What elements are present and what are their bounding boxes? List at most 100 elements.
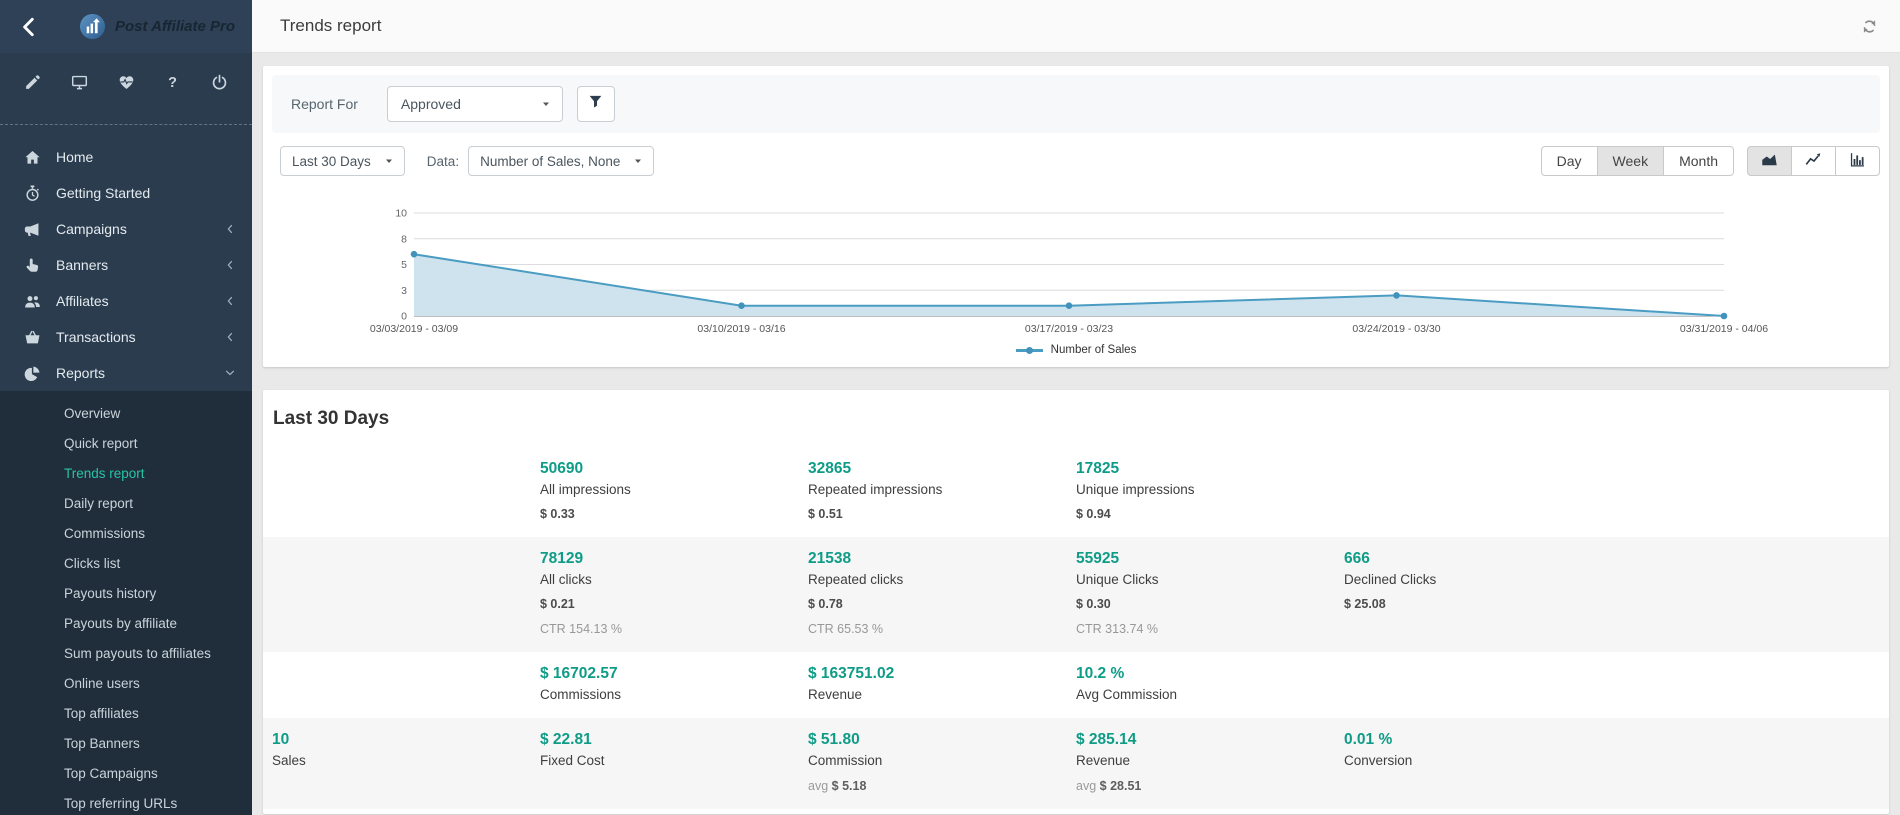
stat-value: 10 — [272, 731, 540, 749]
stat-avg-value: avg $ 5.18 — [808, 779, 1076, 793]
stat-cell-fixed-cost: $ 22.81Fixed Cost — [540, 731, 808, 793]
sidebar-subitem-quick-report[interactable]: Quick report — [0, 429, 252, 459]
data-series-select[interactable]: Number of Sales, None — [468, 146, 654, 176]
sidebar-item-transactions[interactable]: Transactions — [0, 319, 252, 355]
sidebar-header: Post Affiliate Pro — [0, 0, 252, 53]
sidebar-subitem-payouts-by-affiliate[interactable]: Payouts by affiliate — [0, 609, 252, 639]
stat-cell-revenue: $ 285.14Revenueavg $ 28.51 — [1076, 731, 1344, 793]
stats-row: 50690 All impressions $ 0.33 32865 Repeated … — [263, 447, 1889, 537]
sidebar-divider — [0, 124, 252, 125]
top-header: Trends report — [252, 0, 1900, 53]
sidebar-subitem-clicks-list[interactable]: Clicks list — [0, 549, 252, 579]
sidebar-item-home[interactable]: Home — [0, 139, 252, 175]
sidebar-subitem-daily-report[interactable]: Daily report — [0, 489, 252, 519]
stat-cell-avg-commission: 10.2 %Avg Commission — [1076, 665, 1344, 702]
stat-label: Repeated clicks — [808, 572, 1076, 587]
desktop-icon[interactable] — [71, 74, 88, 91]
stat-value: $ 51.80 — [808, 731, 1076, 749]
app-logo-icon — [79, 13, 106, 40]
stats-row: 10Sales$ 22.81Fixed Cost$ 51.80 Commissio… — [263, 718, 1889, 809]
stat-cell-empty — [1344, 665, 1612, 702]
date-range-select[interactable]: Last 30 Days — [280, 146, 405, 176]
stats-row: 78129All clicks$ 0.21CTR 154.13 %21538Re… — [263, 537, 1889, 652]
sidebar-subitem-payouts-history[interactable]: Payouts history — [0, 579, 252, 609]
sidebar-subitem-sum-payouts-to-affiliates[interactable]: Sum payouts to affiliates — [0, 639, 252, 669]
caret-down-icon — [384, 156, 394, 166]
chevron-left-icon — [224, 331, 236, 343]
chevron-down-icon — [224, 367, 236, 379]
stat-value: 78129 — [540, 550, 808, 568]
sidebar-subitem-top-referring-urls[interactable]: Top referring URLs — [0, 789, 252, 815]
sidebar-item-affiliates[interactable]: Affiliates — [0, 283, 252, 319]
stat-value: $ 285.14 — [1076, 731, 1344, 749]
power-icon[interactable] — [211, 74, 228, 91]
chevron-left-icon — [224, 259, 236, 271]
svg-text:10: 10 — [395, 208, 407, 220]
area-chart-icon — [1761, 151, 1778, 171]
svg-text:03/17/2019 - 03/23: 03/17/2019 - 03/23 — [1025, 323, 1113, 335]
period-button-week[interactable]: Week — [1597, 146, 1665, 176]
stat-label: Avg Commission — [1076, 687, 1344, 702]
sidebar-item-campaigns[interactable]: Campaigns — [0, 211, 252, 247]
area-chart-button[interactable] — [1747, 146, 1792, 176]
sidebar-subitem-online-users[interactable]: Online users — [0, 669, 252, 699]
line-chart-button[interactable] — [1791, 146, 1836, 176]
sidebar-item-label: Reports — [56, 365, 105, 381]
stat-value: 0.01 % — [1344, 731, 1612, 749]
stat-cell-empty — [272, 550, 540, 636]
stat-label: Unique impressions — [1076, 482, 1344, 497]
sidebar-subitem-overview[interactable]: Overview — [0, 399, 252, 429]
svg-text:03/24/2019 - 03/30: 03/24/2019 - 03/30 — [1352, 323, 1440, 335]
sidebar-item-banners[interactable]: Banners — [0, 247, 252, 283]
sidebar-subitem-trends-report[interactable]: Trends report — [0, 459, 252, 489]
sidebar-item-getting-started[interactable]: Getting Started — [0, 175, 252, 211]
help-icon[interactable]: ? — [164, 74, 181, 91]
sidebar-item-reports[interactable]: Reports — [0, 355, 252, 391]
stat-cell-repeated-impressions: 32865Repeated impressions$ 0.51 — [808, 460, 1076, 521]
stat-label: Revenue — [808, 687, 1076, 702]
page-title: Trends report — [280, 16, 381, 36]
svg-text:03/10/2019 - 03/16: 03/10/2019 - 03/16 — [697, 323, 785, 335]
stat-cell-conversion: 0.01 %Conversion — [1344, 731, 1612, 793]
sidebar-subitem-top-banners[interactable]: Top Banners — [0, 729, 252, 759]
pencil-icon[interactable] — [24, 74, 41, 91]
caret-down-icon — [633, 156, 643, 166]
stat-label: Repeated impressions — [808, 482, 1076, 497]
back-chevron-icon[interactable] — [18, 16, 40, 38]
chevron-left-icon — [224, 295, 236, 307]
stat-value: 32865 — [808, 460, 1076, 478]
sidebar-item-label: Banners — [56, 257, 108, 273]
sidebar-item-label: Getting Started — [56, 185, 150, 201]
sidebar-subitem-top-campaigns[interactable]: Top Campaigns — [0, 759, 252, 789]
stat-label: Unique Clicks — [1076, 572, 1344, 587]
content: Report For Approved Last 30 Days Data: — [252, 53, 1900, 815]
stat-ctr-value: CTR 154.13 % — [540, 622, 808, 636]
bar-chart-button[interactable] — [1835, 146, 1880, 176]
stat-value: 50690 — [540, 460, 808, 478]
stat-cell-all-clicks: 78129All clicks$ 0.21CTR 154.13 % — [540, 550, 808, 636]
sidebar-subitem-top-affiliates[interactable]: Top affiliates — [0, 699, 252, 729]
stat-sub-value: $ 25.08 — [1344, 597, 1612, 611]
megaphone-icon — [24, 221, 41, 238]
stat-sub-value: $ 0.33 — [540, 507, 808, 521]
stat-value: $ 22.81 — [540, 731, 808, 749]
heartbeat-icon[interactable] — [118, 74, 135, 91]
stats-title: Last 30 Days — [273, 408, 1889, 430]
refresh-icon[interactable] — [1861, 18, 1878, 35]
report-for-select[interactable]: Approved — [387, 86, 563, 122]
stat-ctr-value: CTR 313.74 % — [1076, 622, 1344, 636]
filter-button[interactable] — [577, 86, 615, 122]
line-chart-icon — [1805, 151, 1822, 171]
stat-label: All clicks — [540, 572, 808, 587]
sidebar-subitem-commissions[interactable]: Commissions — [0, 519, 252, 549]
period-button-day[interactable]: Day — [1541, 146, 1598, 176]
data-series-value: Number of Sales, None — [480, 154, 620, 169]
stat-label: Commission — [808, 753, 1076, 768]
stat-label: All impressions — [540, 482, 808, 497]
stat-cell-commissions: $ 16702.57Commissions — [540, 665, 808, 702]
sidebar: Post Affiliate Pro ? Home Getting Started… — [0, 0, 252, 815]
trend-chart-canvas: 03581003/03/2019 - 03/0903/10/2019 - 03/… — [369, 201, 1734, 338]
stat-cell-sales: 10Sales — [272, 731, 540, 793]
date-range-value: Last 30 Days — [292, 154, 371, 169]
period-button-month[interactable]: Month — [1663, 146, 1734, 176]
